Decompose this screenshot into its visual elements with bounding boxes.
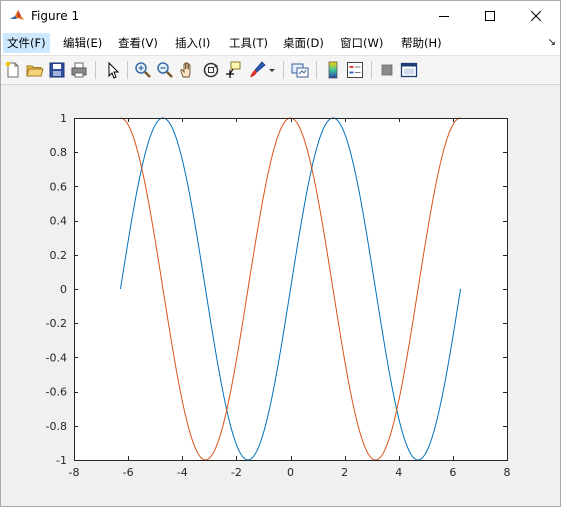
- y-tick-label: 0.6: [50, 180, 68, 193]
- x-tick-label: 2: [341, 466, 348, 479]
- menu-window[interactable]: 窗口(W): [336, 33, 387, 53]
- x-tick-label: 6: [449, 466, 456, 479]
- figure-toolbar: [1, 55, 560, 85]
- maximize-icon: [485, 11, 495, 21]
- toolbar-separator: [95, 61, 96, 79]
- save-icon[interactable]: [47, 60, 67, 80]
- y-tick-label: 0.4: [50, 215, 68, 228]
- y-tick-label: 1: [60, 112, 67, 125]
- y-tick-label: 0.8: [50, 146, 68, 159]
- toolbar-separator: [316, 61, 317, 79]
- y-tick-label: -0.2: [46, 317, 67, 330]
- zoom-in-icon[interactable]: [133, 60, 153, 80]
- x-tick-label: 4: [395, 466, 402, 479]
- y-tick-label: -0.6: [46, 386, 67, 399]
- close-icon: [530, 10, 542, 22]
- menu-edit[interactable]: 编辑(E): [59, 33, 106, 53]
- open-file-icon[interactable]: [25, 60, 45, 80]
- edit-plot-arrow-icon[interactable]: [103, 60, 123, 80]
- show-plot-tools-icon[interactable]: [399, 60, 419, 80]
- x-tick-label: -4: [177, 466, 188, 479]
- zoom-out-icon[interactable]: [155, 60, 175, 80]
- menu-desktop[interactable]: 桌面(D): [279, 33, 328, 53]
- x-tick-label: -6: [123, 466, 134, 479]
- pan-hand-icon[interactable]: [177, 60, 197, 80]
- new-figure-icon[interactable]: [3, 60, 23, 80]
- y-tick-label: -0.8: [46, 420, 67, 433]
- menu-tools[interactable]: 工具(T): [225, 33, 272, 53]
- figure-canvas[interactable]: -8 -6 -4 -2 0 2 4 6 8 -1 -0.8 -0.6 -0.4 -0.2 0 0.2 0.4 0.…: [1, 85, 560, 506]
- print-icon[interactable]: [69, 60, 89, 80]
- x-tick-label: 0: [287, 466, 294, 479]
- menu-view[interactable]: 查看(V): [114, 33, 162, 53]
- matlab-logo-icon: [9, 8, 25, 24]
- x-tick-label: 8: [504, 466, 511, 479]
- figure-window: Figure 1 文件(F) 编辑(E) 查看(V) 插入(I) 工具(T) 桌…: [0, 0, 561, 507]
- rotate-3d-icon[interactable]: [201, 60, 221, 80]
- toolbar-separator: [283, 61, 284, 79]
- y-tick-label: 0: [60, 283, 67, 296]
- brush-icon[interactable]: [247, 60, 267, 80]
- close-button[interactable]: [513, 1, 559, 31]
- y-tick-label: -1: [56, 454, 67, 467]
- link-plot-icon[interactable]: [290, 60, 310, 80]
- menu-file[interactable]: 文件(F): [3, 33, 50, 53]
- maximize-button[interactable]: [467, 1, 513, 31]
- data-cursor-icon[interactable]: [223, 60, 243, 80]
- hide-plot-tools-icon[interactable]: [377, 60, 397, 80]
- title-bar[interactable]: Figure 1: [1, 1, 560, 31]
- minimize-icon: [439, 16, 449, 17]
- x-tick-label: -8: [69, 466, 80, 479]
- y-tick-label: -0.4: [46, 351, 67, 364]
- legend-icon[interactable]: [345, 60, 365, 80]
- minimize-button[interactable]: [421, 1, 467, 31]
- window-title: Figure 1: [31, 9, 80, 23]
- y-tick-label: 0.2: [50, 249, 68, 262]
- axes-plot[interactable]: -8 -6 -4 -2 0 2 4 6 8 -1 -0.8 -0.6 -0.4 -0.2 0 0.2 0.4 0.…: [1, 85, 560, 506]
- brush-dropdown-arrow-icon[interactable]: [267, 60, 277, 80]
- colorbar-icon[interactable]: [323, 60, 343, 80]
- menu-bar: 文件(F) 编辑(E) 查看(V) 插入(I) 工具(T) 桌面(D) 窗口(W…: [1, 31, 560, 55]
- menu-insert[interactable]: 插入(I): [171, 33, 214, 53]
- x-tick-label: -2: [231, 466, 242, 479]
- toolbar-separator: [127, 61, 128, 79]
- menu-help[interactable]: 帮助(H): [397, 33, 446, 53]
- dock-arrow-icon[interactable]: ↘: [548, 37, 556, 48]
- toolbar-separator: [371, 61, 372, 79]
